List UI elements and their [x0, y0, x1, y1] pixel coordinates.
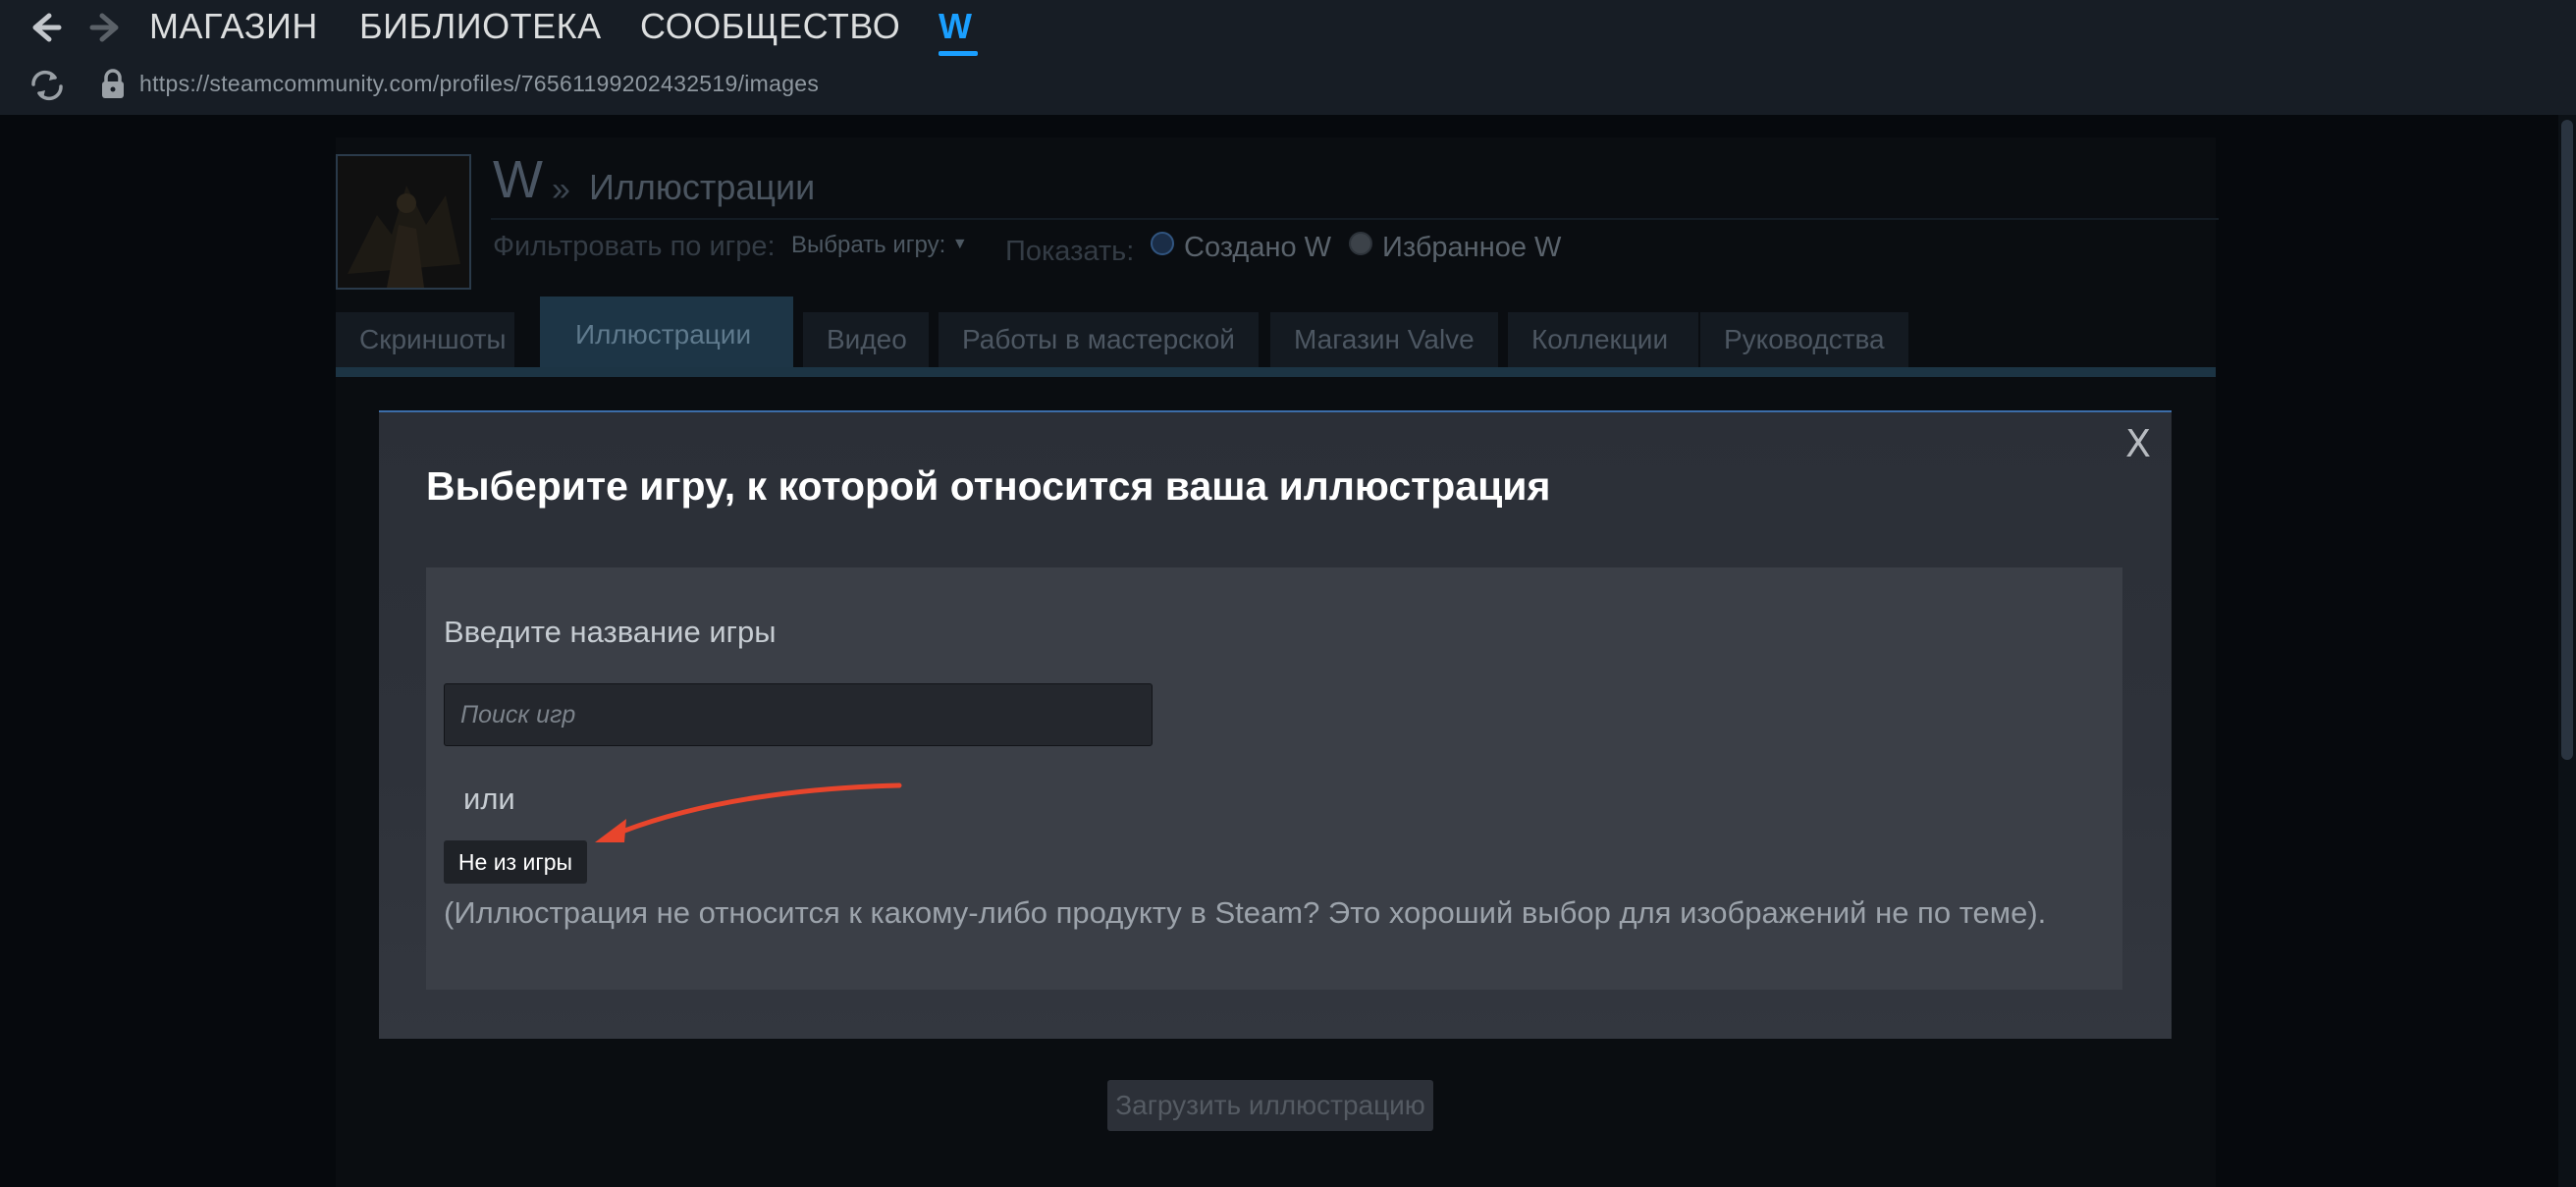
annotation-arrow-icon [595, 782, 902, 842]
modal-title: Выберите игру, к которой относится ваша … [426, 463, 1551, 509]
nav-community[interactable]: СООБЩЕСТВО [640, 6, 900, 47]
scrollbar-thumb[interactable] [2561, 120, 2573, 760]
show-label: Показать: [1005, 236, 1135, 267]
game-filter-value: Выбрать игру: [791, 232, 946, 258]
not-from-game-button[interactable]: Не из игры [444, 840, 587, 884]
reload-icon[interactable] [27, 69, 67, 102]
tab-guides[interactable]: Руководства [1700, 312, 1908, 367]
title-divider [491, 218, 2219, 220]
radio-favorites-label[interactable]: Избранное W [1382, 232, 1561, 264]
tab-screenshots[interactable]: Скриншоты [336, 312, 514, 367]
nav-library[interactable]: БИБЛИОТЕКА [359, 6, 602, 47]
page-title: Иллюстрации [589, 167, 816, 207]
tab-collections[interactable]: Коллекции [1508, 312, 1698, 367]
radio-created[interactable] [1151, 232, 1174, 255]
game-search-input[interactable] [444, 683, 1153, 746]
tabs-underline [336, 367, 2216, 377]
close-icon[interactable]: X [2120, 424, 2156, 463]
tab-valve-store[interactable]: Магазин Valve [1270, 312, 1498, 367]
breadcrumb-separator: » [552, 171, 570, 208]
client-top-bar: МАГАЗИН БИБЛИОТЕКА СООБЩЕСТВО W https://… [0, 0, 2576, 115]
upload-artwork-button[interactable]: Загрузить иллюстрацию [1107, 1080, 1433, 1131]
nav-store[interactable]: МАГАЗИН [149, 6, 318, 47]
radio-created-label[interactable]: Создано W [1184, 232, 1331, 264]
chevron-down-icon: ▼ [951, 236, 968, 252]
nav-profile[interactable]: W [939, 6, 972, 47]
forward-arrow-icon[interactable] [86, 8, 126, 47]
back-arrow-icon[interactable] [26, 8, 65, 47]
search-label: Введите название игры [444, 615, 777, 649]
not-from-game-note: (Иллюстрация не относится к какому-либо … [444, 895, 2047, 930]
or-separator: или [463, 782, 515, 816]
page-url[interactable]: https://steamcommunity.com/profiles/7656… [139, 71, 819, 97]
avatar[interactable] [336, 154, 471, 290]
radio-favorites[interactable] [1349, 232, 1372, 255]
tab-videos[interactable]: Видео [803, 312, 929, 367]
lock-icon [98, 69, 128, 100]
url-row: https://steamcommunity.com/profiles/7656… [0, 65, 2576, 104]
filter-label: Фильтровать по игре: [493, 231, 776, 262]
profile-name[interactable]: W [493, 149, 543, 210]
tab-workshop[interactable]: Работы в мастерской [939, 312, 1259, 367]
active-nav-underline [939, 51, 978, 56]
tab-artwork[interactable]: Иллюстрации [540, 297, 793, 367]
game-filter-dropdown[interactable]: Выбрать игру: ▼ [791, 232, 968, 259]
